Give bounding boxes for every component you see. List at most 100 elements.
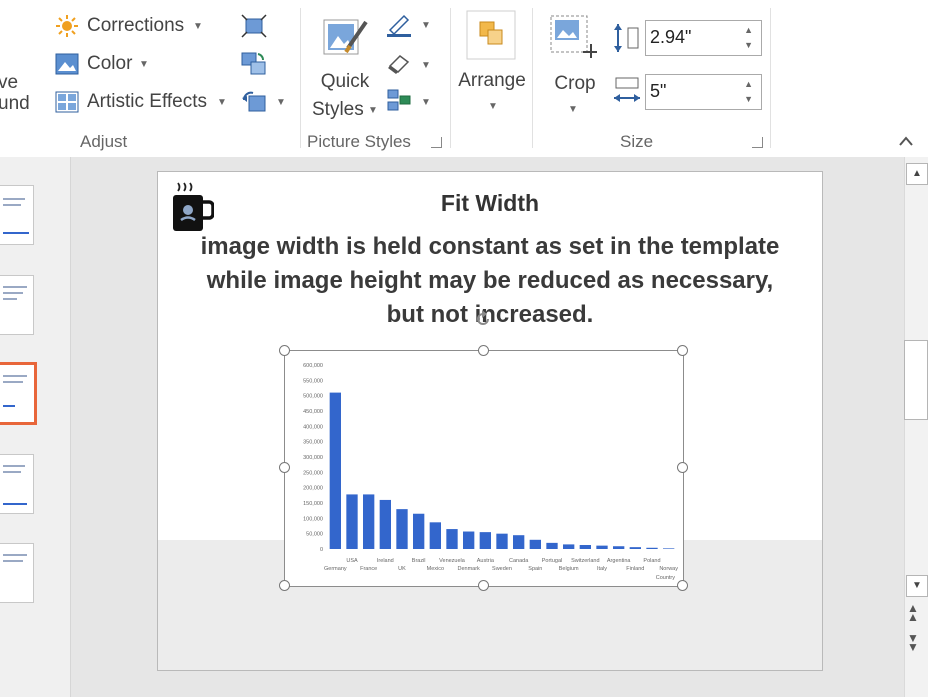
resize-handle-top[interactable] xyxy=(478,345,489,356)
color-label: Color xyxy=(87,53,133,74)
shape-height-input[interactable]: 2.94" ▲ ▼ xyxy=(645,20,762,56)
spin-up-icon[interactable]: ▲ xyxy=(744,79,753,89)
quick-styles-label-2: Styles xyxy=(312,99,364,120)
slide-thumbnail[interactable] xyxy=(0,275,34,335)
picture-effects-icon[interactable] xyxy=(386,52,412,76)
quick-styles-label-1: Quick xyxy=(320,71,370,92)
picture-styles-group-label: Picture Styles xyxy=(307,132,411,151)
y-tick-label: 500,000 xyxy=(303,394,323,400)
x-tick-label: Brazil xyxy=(412,558,426,564)
quick-styles-button[interactable]: Quick Styles ▼ xyxy=(310,10,380,122)
chart-bar xyxy=(529,539,541,549)
x-tick-label: Belgium xyxy=(559,566,579,572)
arrange-button[interactable]: Arrange ▼ xyxy=(454,10,530,120)
chevron-down-icon[interactable]: ▼ xyxy=(421,97,431,108)
spin-down-icon[interactable]: ▼ xyxy=(744,40,753,50)
scroll-up-icon[interactable]: ▲ xyxy=(906,163,928,185)
spin-down-icon[interactable]: ▼ xyxy=(744,94,753,104)
x-tick-label: Canada xyxy=(509,558,529,564)
crop-button[interactable]: Crop ▼ xyxy=(545,10,605,120)
y-tick-label: 150,000 xyxy=(303,501,323,507)
y-tick-label: 50,000 xyxy=(306,532,323,538)
artistic-effects-label: Artistic Effects xyxy=(87,91,208,112)
spin-up-icon[interactable]: ▲ xyxy=(744,25,753,35)
slide-title[interactable]: Fit Width xyxy=(158,190,822,217)
x-tick-label: Ireland xyxy=(377,558,394,564)
chevron-down-icon[interactable]: ▼ xyxy=(421,20,431,31)
resize-handle-bottom-left[interactable] xyxy=(279,580,290,591)
shape-width-icon xyxy=(614,77,640,102)
picture-layout-icon[interactable] xyxy=(386,88,412,114)
chart-bar xyxy=(379,499,391,549)
remove-background-label-2: und xyxy=(0,93,30,114)
change-picture-icon[interactable] xyxy=(241,52,267,76)
x-tick-label: Sweden xyxy=(492,566,512,572)
chart-bar xyxy=(663,548,675,549)
scroll-down-icon[interactable]: ▼ xyxy=(906,575,928,597)
chart-bar xyxy=(429,522,441,549)
chart-bar xyxy=(329,392,341,549)
x-tick-label: Switzerland xyxy=(571,558,599,564)
scrollbar-thumb[interactable] xyxy=(904,340,928,420)
shape-height-icon xyxy=(614,24,639,52)
shape-width-input[interactable]: 5" ▲ ▼ xyxy=(645,74,762,110)
resize-handle-left[interactable] xyxy=(279,462,290,473)
slide-thumbnail[interactable] xyxy=(0,543,34,603)
x-tick-label: Germany xyxy=(324,566,347,572)
y-tick-label: 550,000 xyxy=(303,378,323,384)
chevron-down-icon[interactable]: ▼ xyxy=(421,60,431,71)
dialog-launcher-icon[interactable] xyxy=(431,137,442,148)
x-tick-label: France xyxy=(360,566,377,572)
resize-handle-bottom-right[interactable] xyxy=(677,580,688,591)
previous-slide-icon[interactable]: ▲ ▲ xyxy=(907,602,919,623)
x-tick-label: Venezuela xyxy=(439,558,466,564)
quick-styles-icon xyxy=(323,19,368,55)
y-tick-label: 450,000 xyxy=(303,409,323,415)
chart-bar xyxy=(363,494,375,549)
x-tick-label: Finland xyxy=(626,566,644,572)
y-tick-label: 250,000 xyxy=(303,470,323,476)
rotate-handle-icon[interactable] xyxy=(473,309,493,329)
ribbon: ve und Corrections ▼ Color ▼ Artistic Ef… xyxy=(0,0,928,158)
y-tick-label: 400,000 xyxy=(303,424,323,430)
x-tick-label: USA xyxy=(346,558,358,564)
next-slide-icon[interactable]: ▼ ▼ xyxy=(907,632,919,653)
x-tick-label: Austria xyxy=(477,558,495,564)
x-tick-label: Argentina xyxy=(607,558,631,564)
reset-picture-icon[interactable] xyxy=(241,90,267,114)
dialog-launcher-icon[interactable] xyxy=(752,137,763,148)
collapse-ribbon-icon[interactable] xyxy=(898,135,914,147)
compress-pictures-icon[interactable] xyxy=(241,14,267,38)
remove-background-button[interactable]: ve und xyxy=(0,72,30,115)
chart-bar xyxy=(479,532,491,549)
slide-thumbnail-selected[interactable] xyxy=(0,362,37,425)
resize-handle-right[interactable] xyxy=(677,462,688,473)
crop-label: Crop xyxy=(554,73,596,94)
chart-bar xyxy=(579,545,591,549)
x-tick-label: Italy xyxy=(597,566,607,572)
resize-handle-top-left[interactable] xyxy=(279,345,290,356)
chart-bar xyxy=(563,544,575,549)
y-tick-label: 0 xyxy=(320,547,323,553)
sun-icon xyxy=(56,15,78,37)
group-separator xyxy=(770,8,771,148)
selected-picture[interactable]: 0 50,000 100,000 150,000 200,000 250,000 300,0… xyxy=(284,350,684,587)
slide-thumbnail[interactable] xyxy=(0,454,34,514)
chevron-down-icon[interactable]: ▼ xyxy=(276,97,286,108)
resize-handle-top-right[interactable] xyxy=(677,345,688,356)
x-tick-label: Poland xyxy=(643,558,660,564)
adjust-group-label: Adjust xyxy=(80,132,128,151)
arrange-icon xyxy=(466,10,516,60)
bar-chart: 0 50,000 100,000 150,000 200,000 250,000 300,0… xyxy=(303,363,678,581)
slide-canvas[interactable]: Fit Width image width is held constant a… xyxy=(157,171,823,671)
x-axis-label: Country xyxy=(656,575,676,581)
chevron-down-icon: ▼ xyxy=(193,21,203,32)
resize-handle-bottom[interactable] xyxy=(478,580,489,591)
artistic-effects-icon xyxy=(55,91,79,113)
corrections-label: Corrections xyxy=(87,15,185,36)
chart-bar xyxy=(346,494,358,549)
picture-border-icon[interactable] xyxy=(386,12,412,38)
slide-thumbnail[interactable] xyxy=(0,185,34,245)
x-tick-label: UK xyxy=(398,566,406,572)
chart-bar xyxy=(413,513,425,549)
